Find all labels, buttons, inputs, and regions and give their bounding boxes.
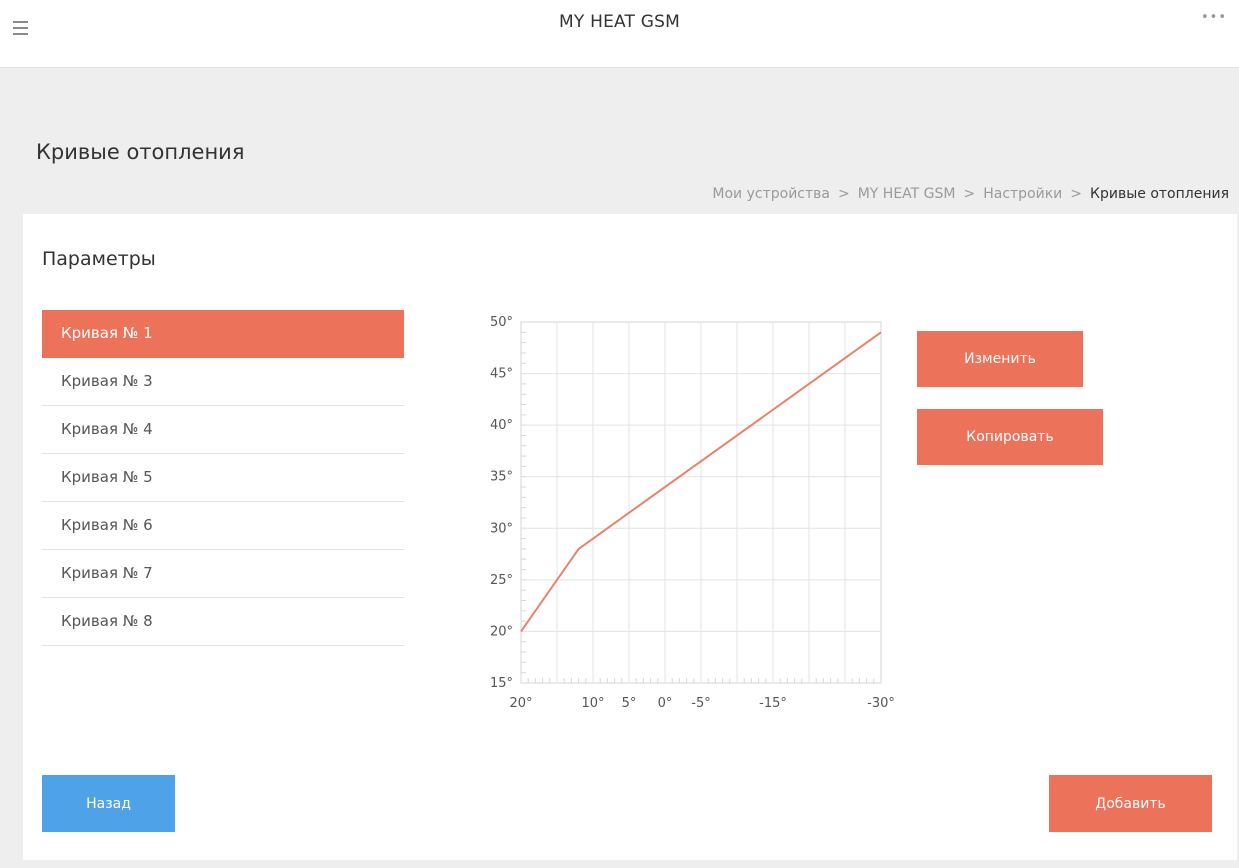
- y-tick-label: 45°: [490, 367, 513, 382]
- more-options-icon[interactable]: •••: [1201, 10, 1227, 25]
- y-tick-label: 35°: [490, 470, 513, 485]
- heating-curve-chart: 15° 20° 25° 30° 35° 40° 45° 50° 20° 10° 5° 0° -5° -15…: [490, 315, 895, 711]
- curve-item[interactable]: Кривая № 7: [42, 550, 404, 598]
- y-tick-label: 25°: [490, 573, 513, 588]
- x-tick-label: 20°: [509, 696, 532, 711]
- curve-item[interactable]: Кривая № 8: [42, 598, 404, 646]
- add-button[interactable]: Добавить: [1049, 775, 1212, 832]
- top-bar: MY HEAT GSM •••: [0, 0, 1239, 68]
- breadcrumb-device[interactable]: MY HEAT GSM: [858, 186, 956, 202]
- breadcrumb-my-devices[interactable]: Мои устройства: [712, 186, 830, 202]
- breadcrumb-settings[interactable]: Настройки: [983, 186, 1062, 202]
- curve-list: Кривая № 1 Кривая № 3 Кривая № 4 Кривая …: [42, 310, 404, 646]
- copy-button[interactable]: Копировать: [917, 409, 1103, 465]
- x-tick-label: -5°: [691, 696, 710, 711]
- curve-item[interactable]: Кривая № 3: [42, 358, 404, 406]
- breadcrumb-separator: >: [963, 186, 976, 202]
- curve-item[interactable]: Кривая № 5: [42, 454, 404, 502]
- breadcrumb-current: Кривые отопления: [1090, 186, 1229, 202]
- back-button[interactable]: Назад: [42, 775, 175, 832]
- y-tick-label: 50°: [490, 315, 513, 330]
- breadcrumb-separator: >: [1070, 186, 1083, 202]
- panel-title: Параметры: [42, 248, 156, 270]
- y-tick-label: 30°: [490, 521, 513, 536]
- breadcrumb-separator: >: [837, 186, 850, 202]
- y-tick-label: 40°: [490, 418, 513, 433]
- x-tick-label: 0°: [658, 696, 673, 711]
- curve-item[interactable]: Кривая № 4: [42, 406, 404, 454]
- breadcrumb: Мои устройства > MY HEAT GSM > Настройки > Кри…: [712, 186, 1229, 202]
- y-tick-label: 15°: [490, 676, 513, 691]
- x-tick-label: -15°: [759, 696, 787, 711]
- app-title: MY HEAT GSM: [559, 12, 680, 32]
- x-tick-label: 5°: [622, 696, 637, 711]
- edit-button[interactable]: Изменить: [917, 331, 1083, 387]
- page-title: Кривые отопления: [36, 140, 245, 164]
- x-tick-label: -30°: [867, 696, 895, 711]
- curve-item[interactable]: Кривая № 1: [42, 310, 404, 358]
- x-tick-label: 10°: [581, 696, 604, 711]
- curve-item[interactable]: Кривая № 6: [42, 502, 404, 550]
- y-tick-label: 20°: [490, 624, 513, 639]
- parameters-panel: Параметры Кривая № 1 Кривая № 3 Кривая №…: [23, 214, 1237, 860]
